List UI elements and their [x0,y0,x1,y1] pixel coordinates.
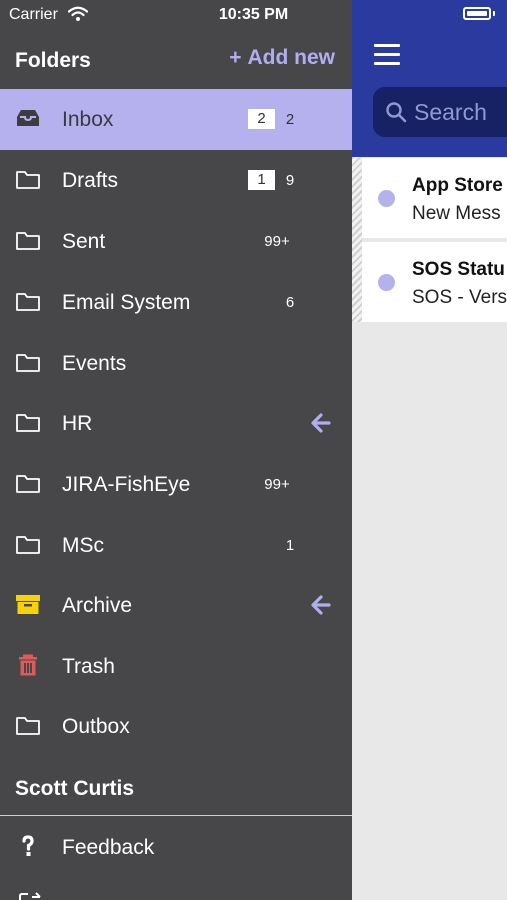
folder-count: 9 [285,172,295,189]
folder-count: 6 [285,294,295,311]
folder-label: Drafts [62,169,119,192]
add-new-label: Add new [247,46,336,69]
arrow-left-icon[interactable] [310,594,332,616]
question-icon [22,835,34,856]
status-time: 10:35 PM [218,6,289,23]
feedback-label: Feedback [62,836,155,859]
folder-icon [16,414,40,432]
folder-item-trash[interactable]: Trash [0,636,352,697]
folder-icon [16,354,40,372]
folders-title: Folders [15,49,91,72]
message-subject: New Mess [412,203,501,224]
inbox-icon [17,110,39,126]
divider [0,815,352,816]
folder-count: 1 [285,537,295,554]
search-field[interactable]: Search [373,87,507,137]
unread-dot-icon [378,190,395,207]
plus-icon: + [229,46,242,69]
message-sender: SOS Statu [412,259,505,280]
unread-badge: 2 [248,109,275,129]
folder-label: Sent [62,230,106,253]
message-row[interactable]: SOS Statu SOS - Vers [362,242,507,322]
folder-item-outbox[interactable]: Outbox [0,696,352,757]
folder-label: Events [62,352,127,375]
folder-label: Archive [62,594,133,617]
folder-label: Inbox [62,108,114,131]
folder-item-drafts[interactable]: Drafts 1 9 [0,150,352,211]
message-subject: SOS - Vers [412,287,507,308]
folder-icon [16,717,40,735]
folder-item-archive[interactable]: Archive [0,575,352,636]
folder-icon [16,536,40,554]
search-icon [386,102,407,123]
folder-icon [16,171,40,189]
folder-label: Email System [62,291,191,314]
panel-edge [352,157,362,322]
archive-icon [16,595,40,614]
folder-item-inbox[interactable]: Inbox 2 2 [0,89,352,150]
arrow-left-icon[interactable] [310,412,332,434]
unread-dot-icon [378,274,395,291]
folder-icon [16,232,40,250]
menu-header: Folders + Add new [0,30,352,88]
folder-label: HR [62,412,93,435]
folder-item-msc[interactable]: MSc 1 [0,515,352,576]
logout-icon [19,892,41,900]
message-row[interactable]: App Store New Mess [362,158,507,238]
folder-item-sent[interactable]: Sent 99+ [0,211,352,272]
folder-item-hr[interactable]: HR [0,393,352,454]
add-new-button[interactable]: + Add new [229,46,335,70]
trash-icon [19,654,37,676]
folder-count: 99+ [264,233,290,250]
message-sender: App Store [412,175,503,196]
folder-label: Trash [62,655,115,678]
folder-label: Outbox [62,715,130,738]
folder-label: JIRA-FishEye [62,473,191,496]
search-placeholder: Search [414,99,487,125]
folder-count: 2 [285,111,295,128]
menu-toggle-button[interactable] [374,44,400,66]
folder-item-email-system[interactable]: Email System 6 [0,272,352,333]
side-menu: Carrier Folders + Add new Inbox 2 2 Draft… [0,0,352,900]
folder-icon [16,475,40,493]
folder-count: 99+ [264,476,290,493]
folder-icon [16,293,40,311]
folder-label: MSc [62,534,104,557]
unread-badge: 1 [248,170,275,190]
account-name: Scott Curtis [15,777,135,800]
message-list-panel: Search App Store New Mess SOS Statu SOS … [352,0,507,900]
feedback-item[interactable]: Feedback [0,817,352,878]
folder-item-events[interactable]: Events [0,333,352,394]
folder-item-jira-fisheye[interactable]: JIRA-FishEye 99+ [0,454,352,515]
